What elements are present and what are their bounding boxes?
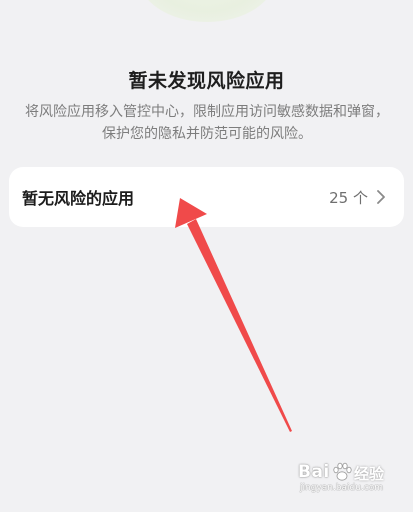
status-illustration — [138, 0, 276, 22]
paw-icon — [333, 462, 352, 481]
status-description: 将风险应用移入管控中心，限制应用访问敏感数据和弹窗，保护您的隐私并防范可能的风险… — [25, 104, 389, 142]
no-risk-apps-row[interactable]: 暂无风险的应用 25 个 — [9, 167, 404, 227]
status-title: 暂未发现风险应用 — [128, 70, 285, 92]
app-count: 25 个 — [329, 189, 368, 207]
annotation-arrow-shaft — [187, 219, 292, 432]
page: 暂未发现风险应用 将风险应用移入管控中心，限制应用访问敏感数据和弹窗，保护您的隐… — [0, 0, 413, 512]
watermark-url: jingyan.baidu.com — [300, 483, 384, 493]
watermark-brand-left: Bai — [298, 462, 330, 482]
chevron-right-icon — [377, 190, 385, 204]
no-risk-apps-label: 暂无风险的应用 — [22, 189, 135, 208]
watermark-brand-right: 经验 — [354, 465, 385, 483]
baidu-jingyan-watermark: Bai 经验 jingyan.baidu.com — [298, 458, 408, 498]
